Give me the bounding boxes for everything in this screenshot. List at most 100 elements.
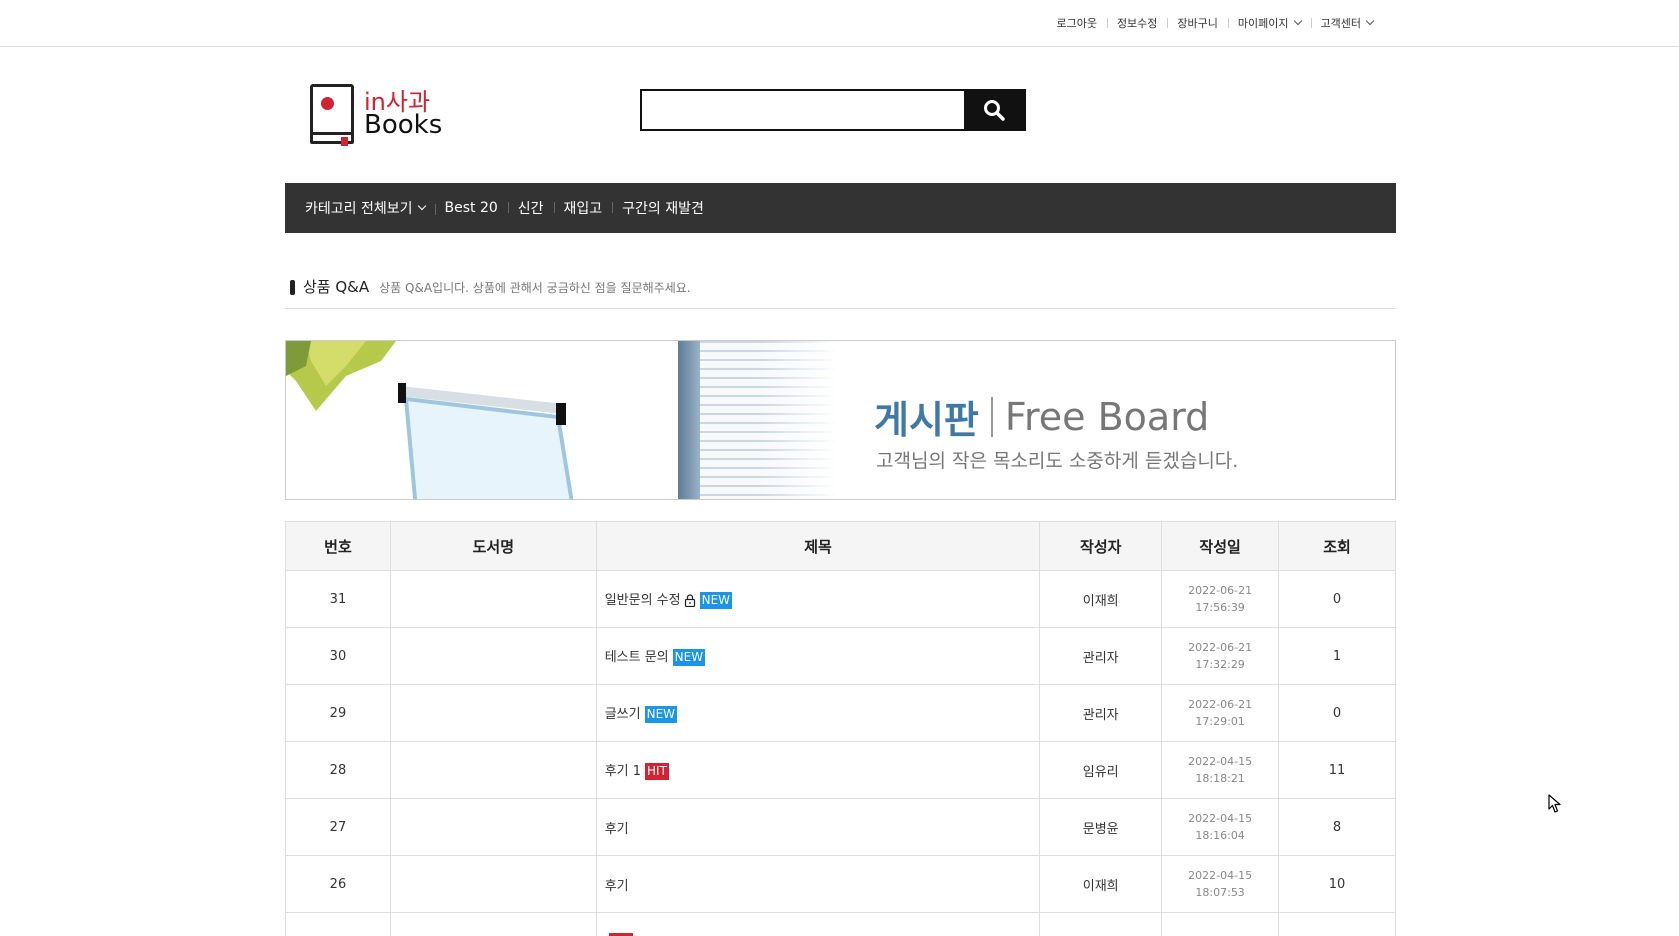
row-author: 관리자 [1039,684,1163,742]
table-row[interactable]: 26 후기 이재희 2022-04-15 18:07:53 10 [285,855,1396,913]
section-heading: 상품 Q&A 상품 Q&A입니다. 상품에 관해서 궁금하신 점을 질문해주세요… [285,276,1396,309]
nav-rediscover[interactable]: 구간의 재발견 [612,198,714,218]
row-book [389,741,597,799]
banner-subtitle: 고객님의 작은 목소리도 소중하게 듣겠습니다. [876,450,1239,472]
hit-badge: HIT [608,932,633,936]
row-author: 임유리 [1039,741,1163,799]
banner-title: 게시판 Free Board [874,389,1209,444]
search-icon [984,100,1005,121]
row-number: 27 [285,798,391,856]
row-date-time: 18:16:04 [1195,829,1245,842]
chevron-down-icon [1293,16,1302,26]
nav-category-all-label: 카테고리 전체보기 [305,201,413,217]
row-date-time: 18:07:53 [1195,886,1245,899]
table-row[interactable]: 31 일반문의 수정 NEW 이재희 2022-06-21 17:56:39 0 [285,570,1396,628]
row-views: 8 [1278,798,1396,856]
site-logo[interactable]: in사과 Books [308,82,478,148]
banner-title-en: Free Board [1004,394,1210,439]
row-author [1039,912,1163,936]
top-utility-bar: 로그아웃 정보수정 장바구니 마이페이지 고객센터 [0,0,1679,47]
row-date: 2022-04-15 18:18:21 [1161,741,1280,799]
row-date: 2022-06-21 17:29:01 [1161,684,1280,742]
apple-icon [321,97,334,110]
row-author: 관리자 [1039,627,1163,685]
heading-marker [290,280,295,295]
table-row[interactable]: 28 후기 1 HIT 임유리 2022-04-15 18:18:21 11 [285,741,1396,799]
row-date-time: 18:18:21 [1195,772,1245,785]
mouse-cursor-icon [1548,794,1561,813]
row-number: 31 [285,570,391,628]
row-author: 이재희 [1039,570,1163,628]
new-badge: NEW [699,592,733,609]
row-author: 문병윤 [1039,798,1163,856]
row-book [389,798,597,856]
edit-profile-link[interactable]: 정보수정 [1106,15,1167,31]
page-description: 상품 Q&A입니다. 상품에 관해서 궁금하신 점을 질문해주세요. [379,281,691,295]
row-subject-link[interactable]: 일반문의 수정 [605,593,681,608]
row-views: 11 [1278,741,1396,799]
row-author: 이재희 [1039,855,1163,913]
lock-icon [684,594,695,607]
banner-title-divider [990,396,993,437]
row-date: 2022-04-15 18:16:04 [1161,798,1280,856]
qna-table: 번호 도서명 제목 작성자 작성일 조회 31 일반문의 수정 NEW 이재희 2022… [285,521,1396,936]
leaves-illustration [286,341,396,411]
search-button[interactable] [964,91,1024,129]
row-book [389,570,597,628]
row-subject-link[interactable]: 글쓰기 [605,707,641,722]
row-date-day: 2022-06-21 [1188,698,1253,711]
row-subject-link[interactable]: 후기 [605,879,629,894]
bookmark-ribbon-icon [341,137,348,146]
nav-category-all[interactable]: 카테고리 전체보기 [295,198,435,218]
new-badge: NEW [672,649,706,666]
nav-best20[interactable]: Best 20 [434,200,508,216]
main-nav: 카테고리 전체보기 Best 20 신간 재입고 구간의 재발견 [285,183,1396,233]
row-date-day: 2022-06-21 [1188,641,1253,654]
row-book [389,912,597,936]
book-icon [310,84,354,144]
col-header-subject: 제목 [595,521,1041,571]
row-subject-cell: 후기 [595,855,1041,913]
row-number: 26 [285,855,391,913]
chevron-down-icon [1365,16,1375,26]
chevron-down-icon [417,201,426,211]
row-subject-cell: 후기 1 HIT [595,741,1041,799]
row-views: 0 [1278,570,1396,628]
row-date-time: 17:32:29 [1195,658,1245,671]
table-row[interactable]: 29 글쓰기 NEW 관리자 2022-06-21 17:29:01 0 [285,684,1396,742]
new-badge: NEW [644,706,678,723]
row-views: 0 [1278,684,1396,742]
logo-text-bottom: Books [364,110,443,140]
row-date-day: 2022-04-15 [1188,869,1253,882]
search-input[interactable] [642,91,964,129]
nav-new[interactable]: 신간 [507,198,554,218]
nav-restock[interactable]: 재입고 [553,198,613,218]
row-subject-cell: 글쓰기 NEW [595,684,1041,742]
hit-badge: HIT [645,763,669,780]
customer-center-menu[interactable]: 고객센터 [1310,15,1383,31]
row-number: 30 [285,627,391,685]
row-number: 28 [285,741,391,799]
row-subject-link[interactable]: 후기 [605,822,629,837]
row-book [389,627,597,685]
table-body: 31 일반문의 수정 NEW 이재희 2022-06-21 17:56:39 0 30 테스트 … [285,570,1396,936]
logout-link[interactable]: 로그아웃 [1046,15,1106,31]
mypage-menu[interactable]: 마이페이지 [1227,15,1311,31]
customer-center-label: 고객센터 [1320,17,1361,30]
table-row[interactable]: HIT 2022-04-15 [285,912,1396,936]
row-date-day: 2022-04-15 [1162,933,1278,936]
row-subject-link[interactable]: 후기 1 [605,764,641,779]
row-date: 2022-06-21 17:56:39 [1161,570,1280,628]
row-book [389,684,597,742]
cart-link[interactable]: 장바구니 [1167,15,1227,31]
row-views: 1 [1278,627,1396,685]
table-row[interactable]: 27 후기 문병윤 2022-04-15 18:16:04 8 [285,798,1396,856]
utility-links: 로그아웃 정보수정 장바구니 마이페이지 고객센터 [1046,15,1383,31]
row-date-day: 2022-04-15 [1188,755,1253,768]
mypage-label: 마이페이지 [1237,17,1289,30]
row-subject-cell: 테스트 문의 NEW [595,627,1041,685]
row-date: 2022-06-21 17:32:29 [1161,627,1280,685]
row-subject-link[interactable]: 테스트 문의 [605,650,669,665]
table-row[interactable]: 30 테스트 문의 NEW 관리자 2022-06-21 17:32:29 1 [285,627,1396,685]
row-book [389,855,597,913]
